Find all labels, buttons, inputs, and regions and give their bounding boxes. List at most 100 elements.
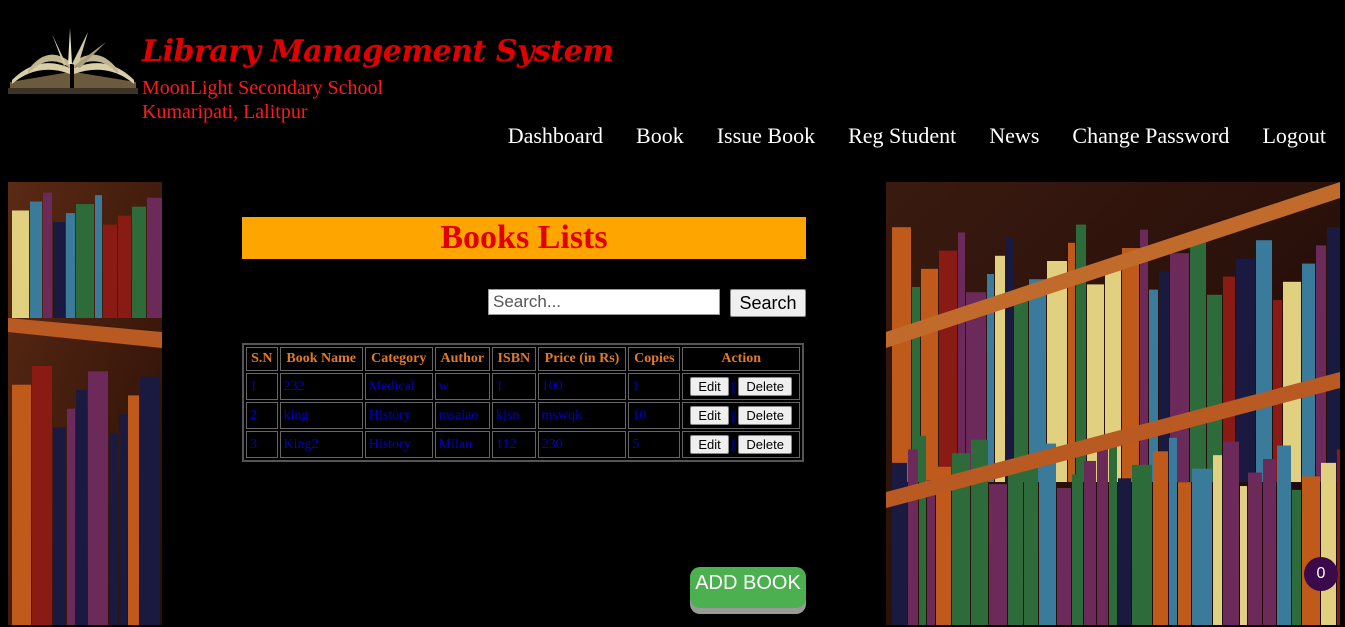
book-spine [88,371,108,625]
book-spine [109,432,118,625]
book-spine [892,227,911,482]
search-button[interactable]: Search [730,289,806,317]
book-spine [958,232,965,482]
book-spine [939,250,957,482]
nav-reg-student[interactable]: Reg Student [848,123,956,149]
school-name: MoonLight Secondary School [142,77,384,99]
book-spine [53,427,66,625]
book-spine [147,197,162,318]
book-spine [1316,245,1326,482]
cell-price: 230 [537,431,627,458]
book-spine [30,201,42,318]
cell-category: Medical [364,373,433,400]
column-header-action: Action [682,347,800,371]
nav-change-password[interactable]: Change Password [1072,123,1229,149]
book-spine [1169,437,1177,625]
book-spine [995,255,1005,482]
book-spine [140,376,160,625]
page-heading: Books Lists [242,217,806,259]
cell-price: mswqk [537,402,627,429]
book-spine [1327,227,1340,482]
site-title: Library Management System [142,34,614,69]
cell-copies: 10 [628,402,681,429]
edit-button[interactable]: Edit [690,435,729,454]
book-spine [1178,482,1191,625]
add-book-button[interactable]: ADD BOOK [690,567,806,608]
search-input[interactable] [488,289,720,315]
delete-button[interactable]: Delete [738,435,792,454]
cell-author: w [434,373,490,400]
book-spine [103,224,117,318]
book-spine [1072,474,1083,625]
delete-button[interactable]: Delete [738,406,792,425]
book-spine [1190,235,1206,482]
book-spine [1039,443,1056,625]
cell-book-name: King2 [279,431,363,458]
cell-sn: 2 [246,402,278,429]
book-spine [53,222,65,318]
book-spine [1321,462,1336,625]
book-spine [66,213,75,318]
edit-button[interactable]: Edit [690,377,729,396]
book-spine [1008,470,1023,625]
cell-price: 100 [537,373,627,400]
book-spine [1153,451,1168,625]
cell-author: Milan [434,431,490,458]
nav-logout[interactable]: Logout [1262,123,1326,149]
nav-dashboard[interactable]: Dashboard [508,123,603,149]
nav-issue-book[interactable]: Issue Book [717,123,815,149]
book-spine [1014,297,1028,482]
table-row: 3 King2 History Milan 112 230 5 Edit || De… [246,431,800,458]
book-spine [1277,445,1291,625]
cell-action: Edit || Delete [682,373,800,400]
action-separator: || [730,380,737,395]
edit-button[interactable]: Edit [690,406,729,425]
column-header-copies: Copies [628,347,681,371]
school-address: Kumaripati, Lalitpur [142,101,308,123]
cell-copies: 1 [628,373,681,400]
column-header-category: Category [364,347,433,371]
book-spine [132,206,146,318]
book-spine [1006,237,1013,482]
book-spine [67,408,75,625]
cell-action: Edit || Delete [682,431,800,458]
book-spine [919,435,926,625]
delete-button[interactable]: Delete [738,377,792,396]
notification-badge[interactable]: 0 [1304,557,1338,591]
school-info: MoonLight Secondary School Kumaripati, L… [142,76,383,124]
action-separator: || [730,438,737,453]
book-spine [1057,487,1071,625]
book-spine [1223,441,1239,625]
nav-news[interactable]: News [989,123,1039,149]
cell-isbn: 1 [491,373,536,400]
column-header-isbn: ISBN [491,347,536,371]
nav-book[interactable]: Book [636,123,684,149]
book-spine [12,210,29,318]
open-book-icon [8,28,138,94]
book-spine [1192,468,1212,625]
cell-book-name: king [279,402,363,429]
column-header-author: Author [434,347,490,371]
main-nav: Dashboard Book Issue Book Reg Student Ne… [508,123,1326,149]
table-row: 2 king History msaiao kjsn mswqk 10 Edit… [246,402,800,429]
book-spine [1118,478,1131,625]
book-spine [1302,263,1315,482]
book-spine [43,192,52,318]
book-spine [76,204,94,318]
book-spine [1213,455,1222,625]
cell-copies: 5 [628,431,681,458]
books-table: S.N Book Name Category Author ISBN Price… [242,343,804,462]
book-spine [1109,433,1117,625]
book-spine [76,390,87,625]
book-spine [989,484,1007,625]
action-separator: || [730,409,737,424]
book-spine [1337,449,1340,625]
book-spine [32,366,52,625]
cell-sn: 1 [246,373,278,400]
book-spine [1263,459,1276,625]
book-spine [927,480,935,625]
book-spine [1159,271,1169,482]
table-row: 1 232 Medical w 1 100 1 Edit || Delete [246,373,800,400]
book-spine [1024,457,1038,625]
book-spine [1302,476,1320,625]
